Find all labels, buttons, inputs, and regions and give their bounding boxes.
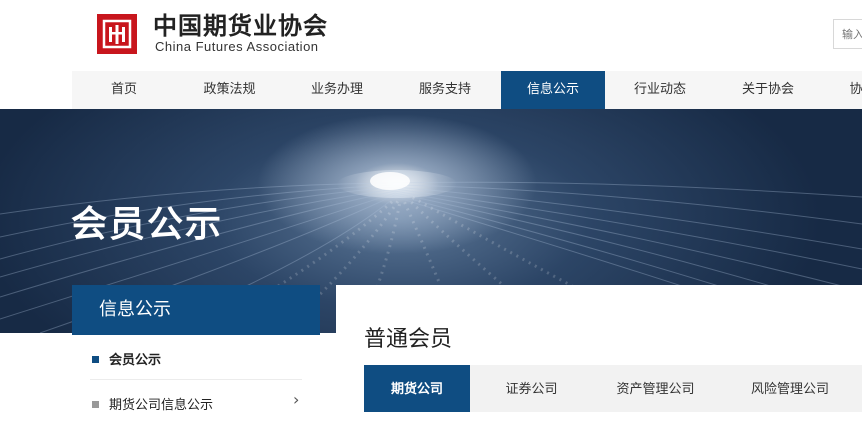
- cfa-emblem-icon: [102, 19, 132, 49]
- sidebar-item-label: 会员公示: [109, 353, 162, 368]
- nav-item-policies[interactable]: 政策法规: [176, 71, 283, 109]
- cfa-logo-icon[interactable]: [97, 14, 137, 54]
- site-header: 中国期货业协会 China Futures Association: [0, 0, 862, 72]
- member-type-tabs: 期货公司 证券公司 资产管理公司 风险管理公司: [364, 365, 862, 412]
- nav-item-home[interactable]: 首页: [72, 71, 176, 109]
- main-nav: 首页 政策法规 业务办理 服务支持 信息公示 行业动态 关于协会 协: [72, 71, 862, 109]
- sidebar-heading: 信息公示: [72, 285, 320, 335]
- tab-futures-companies[interactable]: 期货公司: [364, 365, 470, 412]
- tab-risk-management-companies[interactable]: 风险管理公司: [718, 365, 862, 412]
- nav-item-association[interactable]: 协: [821, 71, 862, 109]
- main-content: 普通会员 期货公司 证券公司 资产管理公司 风险管理公司: [336, 285, 862, 418]
- banner-title: 会员公示: [71, 204, 224, 245]
- logo-chinese-name[interactable]: 中国期货业协会: [153, 12, 328, 40]
- sidebar-heading-label: 信息公示: [99, 299, 171, 320]
- nav-item-business[interactable]: 业务办理: [283, 71, 391, 109]
- square-bullet-icon: [92, 401, 99, 408]
- sidebar-item-futures-company-info[interactable]: 期货公司信息公示 ›: [72, 380, 320, 424]
- nav-item-services[interactable]: 服务支持: [391, 71, 499, 109]
- search-field[interactable]: [833, 19, 862, 49]
- page-title: 普通会员: [364, 327, 453, 352]
- nav-item-industry-news[interactable]: 行业动态: [605, 71, 715, 109]
- chevron-right-icon[interactable]: ›: [293, 390, 299, 409]
- tab-securities-companies[interactable]: 证券公司: [470, 365, 593, 412]
- tab-asset-management-companies[interactable]: 资产管理公司: [593, 365, 718, 412]
- nav-item-about[interactable]: 关于协会: [715, 71, 821, 109]
- sidebar-item-label: 期货公司信息公示: [109, 398, 214, 413]
- logo-english-name[interactable]: China Futures Association: [155, 39, 319, 54]
- sidebar-item-member-disclosure[interactable]: 会员公示: [72, 335, 320, 380]
- sidebar-menu: 会员公示 期货公司信息公示 ›: [72, 335, 320, 425]
- nav-item-info-disclosure[interactable]: 信息公示: [501, 71, 605, 109]
- search-input[interactable]: [834, 20, 862, 48]
- square-bullet-icon: [92, 356, 99, 363]
